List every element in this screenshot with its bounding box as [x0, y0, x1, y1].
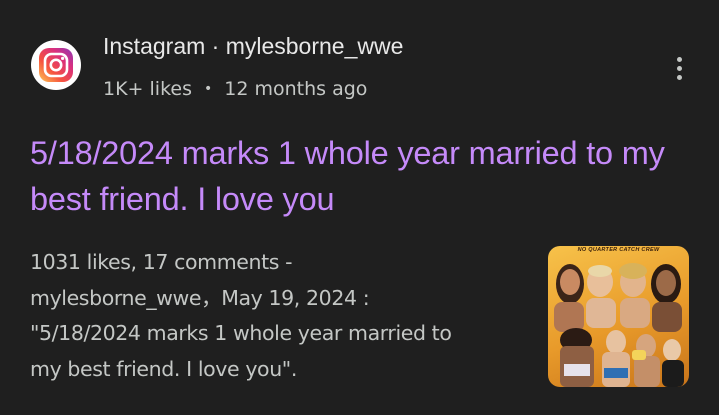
meta-separator: •	[203, 81, 213, 97]
thumbnail-image	[554, 263, 684, 387]
source-label[interactable]: Instagram · mylesborne_wwe	[103, 33, 403, 60]
snippet-line: my best friend. I love you".	[30, 356, 297, 381]
more-vert-icon-dot	[676, 65, 682, 71]
result-meta: 1K+ likes • 12 months ago	[103, 78, 367, 100]
instagram-logo-icon[interactable]	[31, 40, 81, 90]
result-snippet: 1031 likes, 17 comments - mylesborne_wwe…	[30, 245, 530, 387]
result-title-link[interactable]: 5/18/2024 marks 1 whole year married to …	[30, 130, 680, 222]
search-result-card: Instagram · mylesborne_wwe 1K+ likes • 1…	[0, 0, 719, 415]
result-thumbnail[interactable]: NO QUARTER CATCH CREW	[548, 246, 689, 387]
snippet-line: 1031 likes, 17 comments -	[30, 250, 293, 274]
more-vert-icon-dot	[676, 74, 682, 80]
post-age: 12 months ago	[224, 78, 368, 100]
more-vert-icon-dot	[676, 56, 682, 62]
thumbnail-caption: NO QUARTER CATCH CREW	[577, 247, 660, 253]
likes-count: 1K+ likes	[103, 78, 192, 100]
more-options-button[interactable]	[668, 52, 690, 84]
snippet-line: mylesborne_wwe，May 19, 2024 :	[30, 285, 370, 310]
snippet-line: "5/18/2024 marks 1 whole year married to	[30, 321, 452, 345]
